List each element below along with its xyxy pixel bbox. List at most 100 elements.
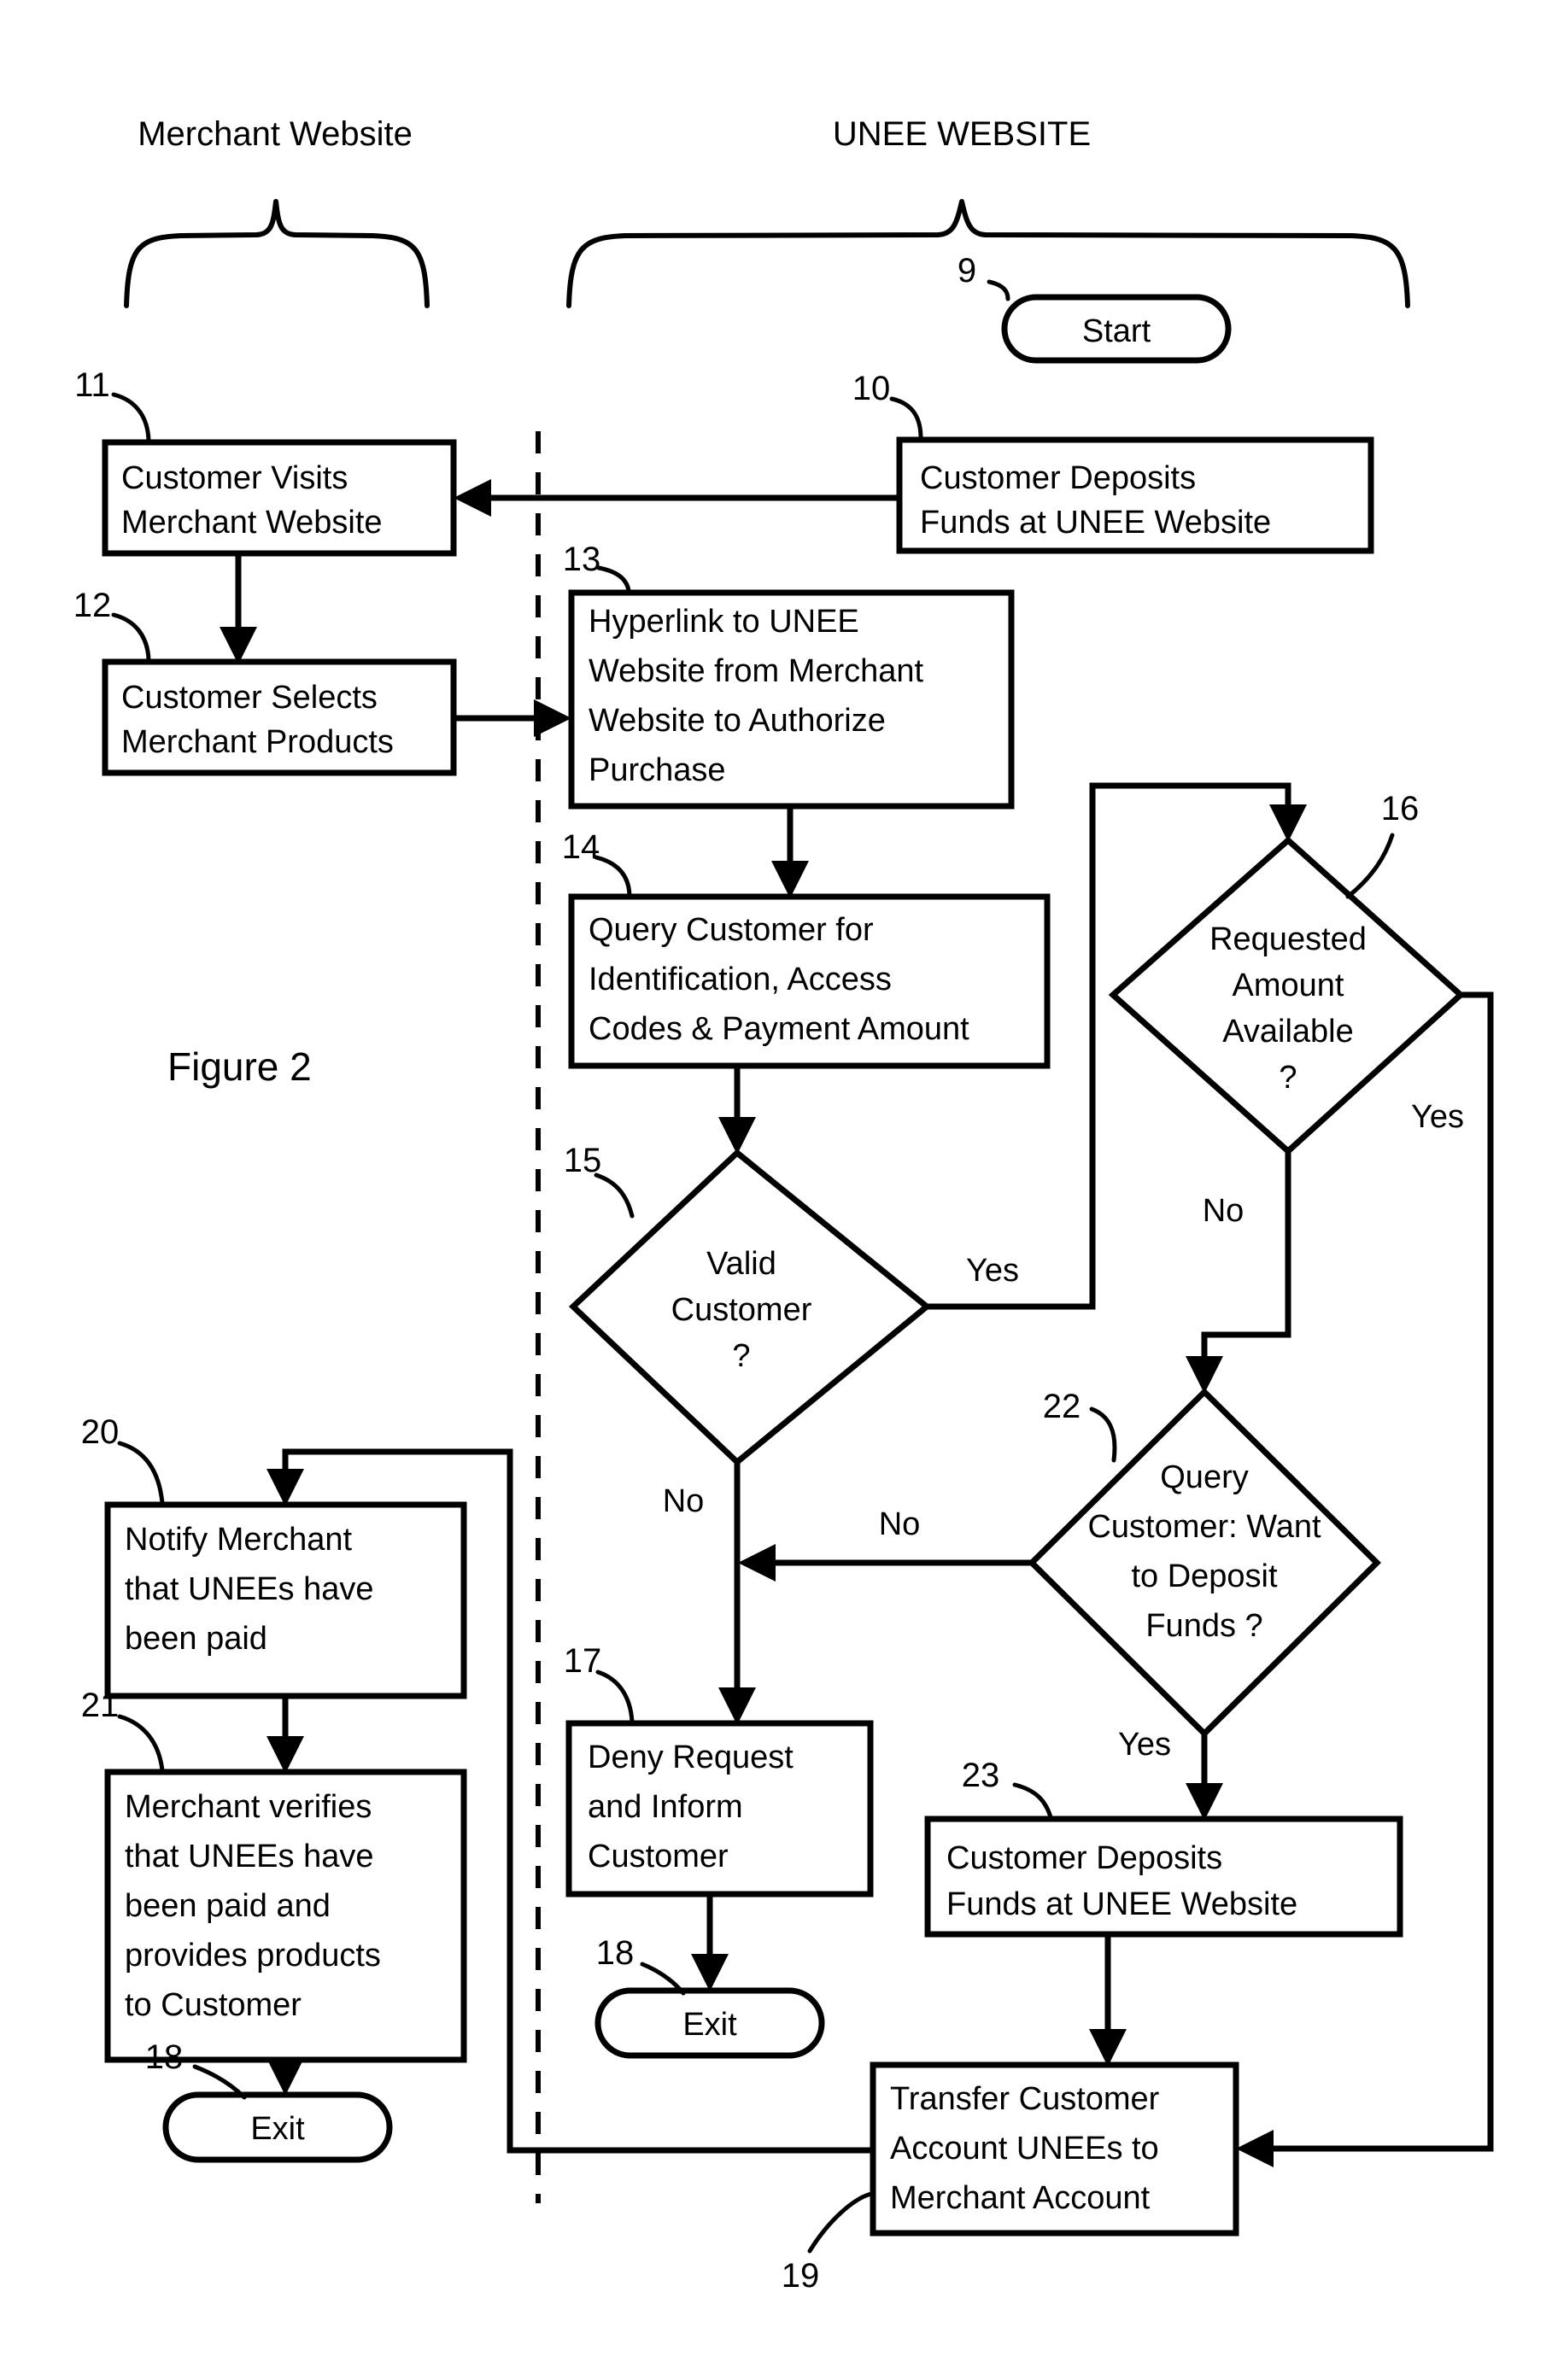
node-12-line-2: Merchant Products — [121, 724, 394, 760]
arrowhead-20-to-21 — [266, 1736, 304, 1774]
node-20-line-1: Notify Merchant — [125, 1522, 353, 1558]
header-merchant-website: Merchant Website — [138, 115, 413, 153]
node-12-line-1: Customer Selects — [121, 680, 378, 716]
node-23-line-2: Funds at UNEE Website — [946, 1886, 1297, 1922]
node-21-line-2: that UNEEs have — [125, 1839, 373, 1874]
node-14-line-3: Codes & Payment Amount — [589, 1011, 969, 1047]
node-16-line-3: Available — [1222, 1014, 1354, 1050]
conn-16-yes-to-19 — [1266, 991, 1494, 2152]
arrowhead-21-to-exit — [266, 2058, 304, 2096]
leader-10 — [889, 396, 923, 441]
node-17-line-3: Customer — [588, 1839, 729, 1874]
node-22-line-4: Funds ? — [1145, 1608, 1262, 1644]
branch-label-deposit-query-yes: Yes — [1118, 1727, 1171, 1763]
node-21-line-1: Merchant verifies — [125, 1789, 372, 1825]
node-14-line-1: Query Customer for — [589, 912, 874, 948]
node-17-line-1: Deny Request — [588, 1740, 794, 1775]
node-20-line-2: that UNEEs have — [125, 1571, 373, 1607]
ref-19: 19 — [782, 2257, 820, 2295]
conn-16-no-to-22 — [1201, 1151, 1291, 1363]
conn-19-to-20 — [282, 1448, 873, 2154]
flowchart-canvas: Merchant Website UNEE WEBSITE Start 9 Cu… — [73, 115, 1494, 2295]
leader-15 — [594, 1172, 635, 1219]
arrowhead-10-to-11 — [454, 479, 491, 517]
node-13-line-2: Website from Merchant — [589, 653, 924, 689]
header-unee-website: UNEE WEBSITE — [833, 115, 1091, 153]
leader-13 — [596, 565, 631, 594]
node-22-line-2: Customer: Want — [1087, 1509, 1321, 1545]
ref-23: 23 — [962, 1757, 1000, 1794]
ref-22: 22 — [1043, 1388, 1081, 1425]
ref-18a: 18 — [596, 1934, 635, 1972]
leader-16 — [1345, 833, 1395, 899]
node-16-line-4: ? — [1279, 1060, 1297, 1096]
node-14-line-2: Identification, Access — [589, 962, 892, 997]
branch-label-deposit-query-no: No — [879, 1506, 921, 1542]
ref-17: 17 — [564, 1642, 602, 1680]
ref-15: 15 — [564, 1142, 602, 1179]
brace-merchant — [124, 199, 430, 308]
exit-node-deny-label: Exit — [682, 2007, 737, 2043]
arrowhead-13-to-14 — [771, 861, 809, 898]
leader-9 — [987, 279, 1010, 301]
arrowhead-17-to-exit — [691, 1954, 729, 1991]
exit-node-merchant-label: Exit — [250, 2111, 305, 2147]
node-19-line-3: Merchant Account — [890, 2180, 1151, 2216]
node-22-line-3: to Deposit — [1131, 1558, 1278, 1594]
node-21-line-4: provides products — [125, 1938, 381, 1974]
node-21-line-5: to Customer — [125, 1987, 302, 2023]
node-15-line-2: Customer — [671, 1292, 812, 1328]
leader-21 — [117, 1714, 165, 1773]
ref-9: 9 — [958, 252, 976, 289]
ref-20: 20 — [81, 1413, 120, 1451]
ref-11: 11 — [74, 366, 110, 404]
arrowhead-15-no-to-17 — [718, 1687, 756, 1725]
leader-23 — [1012, 1782, 1053, 1820]
leader-19 — [807, 2191, 874, 2254]
leader-22 — [1089, 1406, 1117, 1463]
leader-14 — [594, 855, 632, 898]
ref-10: 10 — [852, 370, 891, 407]
node-19-line-2: Account UNEEs to — [890, 2131, 1159, 2167]
arrowhead-15-yes-to-16 — [1269, 804, 1307, 842]
node-13-line-4: Purchase — [589, 752, 726, 788]
leader-17 — [595, 1670, 635, 1724]
node-15-line-3: ? — [732, 1338, 750, 1374]
node-20-line-3: been paid — [125, 1621, 267, 1657]
node-22-line-1: Query — [1160, 1459, 1248, 1495]
node-23-line-1: Customer Deposits — [946, 1840, 1222, 1876]
arrowhead-19-to-20 — [266, 1469, 304, 1506]
arrowhead-11-to-12 — [220, 627, 257, 664]
branch-label-valid-customer-no: No — [663, 1483, 705, 1519]
brace-unee — [566, 199, 1410, 308]
branch-label-amount-available-yes: Yes — [1411, 1099, 1464, 1135]
branch-label-amount-available-no: No — [1203, 1193, 1245, 1229]
patent-figure: Merchant Website UNEE WEBSITE Start 9 Cu… — [0, 0, 1552, 2380]
node-13-line-3: Website to Authorize — [589, 703, 886, 739]
arrowhead-14-to-15 — [718, 1117, 756, 1155]
node-13-line-1: Hyperlink to UNEE — [589, 604, 859, 640]
leader-11 — [111, 392, 151, 443]
ref-12: 12 — [73, 587, 112, 624]
node-15-line-1: Valid — [706, 1246, 776, 1282]
branch-label-valid-customer-yes: Yes — [966, 1253, 1019, 1289]
arrowhead-22-no-to-deny — [738, 1544, 776, 1582]
node-10-line-1: Customer Deposits — [920, 460, 1196, 496]
leader-12 — [111, 612, 151, 663]
arrowhead-12-to-13 — [534, 699, 571, 737]
arrowhead-16-no-to-22 — [1186, 1356, 1223, 1394]
arrowhead-22-yes-to-23 — [1186, 1783, 1223, 1821]
node-19-line-1: Transfer Customer — [890, 2081, 1160, 2117]
ref-14: 14 — [562, 828, 600, 866]
node-11-line-2: Merchant Website — [121, 505, 383, 541]
figure-label: Figure 2 — [167, 1044, 312, 1089]
node-21-line-3: been paid and — [125, 1888, 331, 1924]
ref-13: 13 — [563, 541, 601, 578]
start-node-label: Start — [1082, 313, 1151, 349]
arrowhead-23-to-19 — [1089, 2029, 1127, 2067]
node-10-line-2: Funds at UNEE Website — [920, 505, 1271, 541]
node-16-line-2: Amount — [1233, 968, 1344, 1003]
ref-16: 16 — [1381, 790, 1420, 827]
node-17-line-2: and Inform — [588, 1789, 743, 1825]
node-11-line-1: Customer Visits — [121, 460, 348, 496]
